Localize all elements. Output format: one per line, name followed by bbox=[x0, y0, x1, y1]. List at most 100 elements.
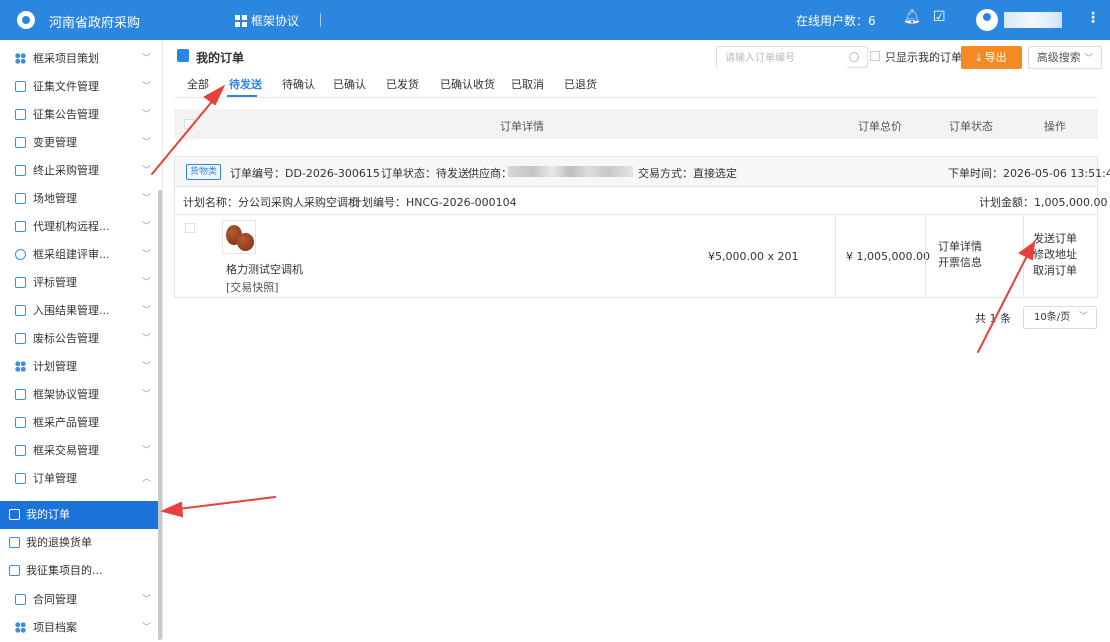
tab-all[interactable]: 全部 bbox=[187, 76, 209, 92]
advanced-search-button[interactable]: 高级搜索 ﹀ bbox=[1028, 46, 1102, 69]
trade-snapshot-link[interactable]: [交易快照] bbox=[226, 279, 279, 295]
sidebar-item-contract-mgmt[interactable]: 合同管理 ﹀ bbox=[0, 586, 160, 614]
order-card: 货物类 订单编号：DD-2026-300615 订单状态：待发送 供应商： 交易… bbox=[174, 156, 1110, 298]
sidebar-item-agreement-mgmt[interactable]: 框架协议管理 ﹀ bbox=[0, 381, 160, 409]
document-icon bbox=[15, 193, 26, 204]
order-search[interactable] bbox=[716, 46, 868, 69]
chevron-down-icon: ﹀ bbox=[142, 194, 152, 204]
only-mine-checkbox[interactable] bbox=[870, 51, 880, 61]
product-name[interactable]: 格力测试空调机 bbox=[226, 261, 303, 277]
sidebar-item-review-team[interactable]: 框采组建评审... ﹀ bbox=[0, 241, 160, 269]
sidebar-scrollbar[interactable] bbox=[158, 190, 162, 640]
table-header: 订单详情 订单总价 订单状态 操作 bbox=[174, 109, 1098, 139]
page-size-select[interactable]: 10条/页 ﹀ bbox=[1023, 306, 1097, 329]
order-total: ¥ 1,005,000.00 bbox=[846, 250, 930, 263]
sidebar-item-label: 订单管理 bbox=[33, 472, 77, 485]
invoice-info-link[interactable]: 开票信息 bbox=[938, 254, 982, 270]
document-icon bbox=[15, 221, 26, 232]
sidebar-item-my-collected-projects[interactable]: 我征集项目的... bbox=[0, 557, 160, 585]
sidebar-item-product-mgmt[interactable]: 框采产品管理 bbox=[0, 409, 160, 437]
sidebar-item-project-archive[interactable]: 项目档案 ﹀ bbox=[0, 614, 160, 642]
sidebar-item-terminate-mgmt[interactable]: 终止采购管理 ﹀ bbox=[0, 157, 160, 185]
tab-cancelled[interactable]: 已取消 bbox=[511, 76, 544, 92]
top-bar: 河南省政府采购 框架协议 在线用户数：6 🔔︎ ☑ ⋮ bbox=[0, 0, 1110, 40]
export-button[interactable]: ⤓ 导出 bbox=[961, 46, 1022, 69]
sidebar-item-document-mgmt[interactable]: 征集文件管理 ﹀ bbox=[0, 73, 160, 101]
online-users: 在线用户数：6 bbox=[796, 14, 876, 28]
chevron-down-icon: ﹀ bbox=[142, 166, 152, 176]
sidebar-item-label: 我的退换货单 bbox=[26, 536, 92, 549]
grid-dots-icon bbox=[15, 622, 26, 633]
search-input[interactable] bbox=[717, 47, 847, 69]
chevron-down-icon: ﹀ bbox=[142, 446, 152, 456]
export-label: 导出 bbox=[984, 51, 1007, 64]
sidebar-item-agency-remote[interactable]: 代理机构远程... ﹀ bbox=[0, 213, 160, 241]
grid-dots-icon bbox=[15, 53, 26, 64]
item-checkbox[interactable] bbox=[185, 223, 195, 233]
plan-amount: 计划金额：1,005,000.00 bbox=[979, 196, 1108, 209]
pager-total: 共 1 条 bbox=[975, 312, 1011, 325]
send-order-button[interactable]: 发送订单 bbox=[1033, 230, 1077, 246]
sidebar-item-order-mgmt[interactable]: 订单管理 ︿ bbox=[0, 465, 160, 493]
stop-doc-icon bbox=[15, 389, 26, 400]
product-image[interactable] bbox=[222, 220, 256, 254]
sidebar-item-label: 废标公告管理 bbox=[33, 332, 99, 345]
sidebar-item-trade-mgmt[interactable]: 框采交易管理 ﹀ bbox=[0, 437, 160, 465]
chevron-down-icon: ﹀ bbox=[142, 306, 152, 316]
cancel-order-button[interactable]: 取消订单 bbox=[1033, 262, 1077, 278]
order-detail-link[interactable]: 订单详情 bbox=[938, 238, 982, 254]
username-redacted[interactable] bbox=[1004, 12, 1062, 28]
chevron-down-icon: ﹀ bbox=[142, 362, 152, 372]
tab-returned[interactable]: 已退货 bbox=[564, 76, 597, 92]
trade-mode: 交易方式：直接选定 bbox=[638, 167, 737, 180]
product-image-bean bbox=[237, 233, 254, 251]
sidebar-item-label: 项目档案 bbox=[33, 621, 77, 634]
tab-pending-confirm[interactable]: 待确认 bbox=[282, 76, 315, 92]
tab-pending-send[interactable]: 待发送 bbox=[229, 76, 262, 92]
sidebar-item-label: 框采项目策划 bbox=[33, 52, 99, 65]
sidebar-item-label: 框采组建评审... bbox=[33, 248, 110, 261]
sidebar-item-shortlist-results[interactable]: 入围结果管理... ﹀ bbox=[0, 297, 160, 325]
product-icon bbox=[15, 417, 26, 428]
sidebar-item-label: 场地管理 bbox=[33, 192, 77, 205]
sidebar-item-void-notice[interactable]: 废标公告管理 ﹀ bbox=[0, 325, 160, 353]
app-title[interactable]: 河南省政府采购 bbox=[49, 12, 140, 31]
sidebar-item-notice-mgmt[interactable]: 征集公告管理 ﹀ bbox=[0, 101, 160, 129]
more-icon[interactable]: ⋮ bbox=[1086, 10, 1100, 26]
tab-confirmed[interactable]: 已确认 bbox=[333, 76, 366, 92]
sidebar-item-change-mgmt[interactable]: 变更管理 ﹀ bbox=[0, 129, 160, 157]
sidebar-item-venue-mgmt[interactable]: 场地管理 ﹀ bbox=[0, 185, 160, 213]
sidebar-item-my-orders[interactable]: 我的订单 bbox=[0, 501, 160, 529]
avatar[interactable] bbox=[976, 9, 998, 31]
order-header: 货物类 订单编号：DD-2026-300615 订单状态：待发送 供应商： 交易… bbox=[175, 157, 1110, 187]
tab-shipped[interactable]: 已发货 bbox=[386, 76, 419, 92]
bell-icon[interactable]: 🔔︎ bbox=[903, 9, 921, 25]
sidebar-item-label: 框采产品管理 bbox=[33, 416, 99, 429]
sidebar-item-plan-mgmt[interactable]: 计划管理 ﹀ bbox=[0, 353, 160, 381]
sidebar-item-my-returns[interactable]: 我的退换货单 bbox=[0, 529, 160, 557]
logo-icon bbox=[17, 11, 35, 29]
divider bbox=[925, 214, 926, 298]
supplier-redacted bbox=[508, 166, 633, 177]
top-menu-label: 框架协议 bbox=[251, 14, 300, 28]
chevron-down-icon: ﹀ bbox=[1084, 54, 1094, 64]
message-icon[interactable]: ☑ bbox=[933, 9, 946, 25]
document-icon bbox=[15, 81, 26, 92]
sidebar-item-bid-evaluation[interactable]: 评标管理 ﹀ bbox=[0, 269, 160, 297]
only-mine-label[interactable]: 只显示我的订单 bbox=[885, 49, 962, 65]
top-menu-framework[interactable]: 框架协议 bbox=[235, 12, 299, 29]
sidebar-item-project-planning[interactable]: 框采项目策划 ﹀ bbox=[0, 45, 160, 73]
plan-number: 计划编号：HNCG-2026-000104 bbox=[351, 196, 517, 209]
sidebar-item-label: 我征集项目的... bbox=[26, 564, 103, 577]
search-icon[interactable] bbox=[849, 52, 859, 62]
document-icon bbox=[15, 277, 26, 288]
list-doc-icon bbox=[15, 137, 26, 148]
tab-received[interactable]: 已确认收货 bbox=[440, 76, 495, 92]
divider bbox=[174, 97, 1098, 98]
page-title: 我的订单 bbox=[196, 51, 245, 65]
order-number: 订单编号：DD-2026-300615 bbox=[230, 167, 380, 180]
edit-address-button[interactable]: 修改地址 bbox=[1033, 246, 1077, 262]
download-icon: ⤓ bbox=[976, 51, 985, 64]
select-all-checkbox[interactable] bbox=[184, 119, 194, 129]
sidebar-item-label: 评标管理 bbox=[33, 276, 77, 289]
